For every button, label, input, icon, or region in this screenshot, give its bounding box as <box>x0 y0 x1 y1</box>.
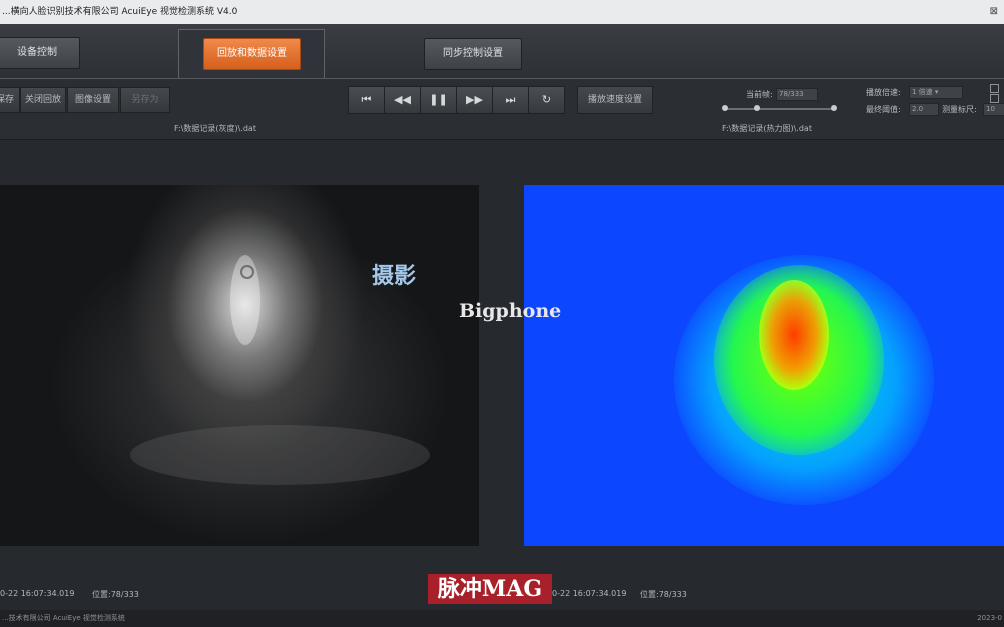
close-icon[interactable]: ⊠ <box>990 0 998 24</box>
skip-end-icon[interactable]: ⏭ <box>492 86 529 114</box>
speed-label: 播放倍速: <box>866 88 901 97</box>
pause-icon[interactable]: ❚❚ <box>420 86 457 114</box>
title-bar: ...横向人脸识别技术有限公司 AcuiEye 视觉检测系统 V4.0 ⊠ <box>0 0 1004 24</box>
image-settings-button[interactable]: 图像设置 <box>67 87 119 113</box>
skip-start-icon[interactable]: ⏮ <box>348 86 385 114</box>
slider-start-knob[interactable] <box>722 105 728 111</box>
left-file-path: F:\数据记录(灰度)\.dat <box>174 124 256 133</box>
threshold-label: 最终阈值: <box>866 105 901 114</box>
tab-playback-settings[interactable]: 回放和数据设置 <box>203 38 301 70</box>
filter-label: 测量标尺: <box>942 105 977 114</box>
left-timestamp: 0-22 16:07:34.019 <box>0 589 75 598</box>
speed-select[interactable]: 1 倍速 ▾ <box>909 86 963 99</box>
mode-tab-bar: 设备控制 回放和数据设置 同步控制设置 <box>0 24 1004 79</box>
overlay-watermark: 摄影 <box>372 263 417 289</box>
save-as-button[interactable]: 另存为 <box>120 87 170 113</box>
frame-field[interactable]: 78/333 <box>776 88 818 101</box>
grayscale-video-view[interactable] <box>0 185 479 546</box>
slider-position-knob[interactable] <box>754 105 760 111</box>
dark-spot <box>240 265 254 279</box>
threshold-field[interactable]: 2.0 <box>909 103 939 116</box>
heat-hot-zone <box>759 280 829 390</box>
playback-speed-settings-button[interactable]: 播放速度设置 <box>577 86 653 114</box>
status-bar: ...技术有限公司 AcuiEye 视觉检测系统 2023-0 <box>0 610 1004 627</box>
close-playback-button[interactable]: 关闭回放 <box>20 87 66 113</box>
frame-label: 当前帧: <box>746 90 773 99</box>
right-timestamp: 0-22 16:07:34.019 <box>552 589 627 598</box>
left-position: 位置:78/333 <box>92 590 139 599</box>
filter-field[interactable]: 10 <box>983 103 1004 116</box>
stamp-watermark: 脉冲MAG <box>428 574 552 604</box>
slider-end-knob[interactable] <box>831 105 837 111</box>
tab-sync-control[interactable]: 同步控制设置 <box>424 38 522 70</box>
window-title: ...横向人脸识别技术有限公司 AcuiEye 视觉检测系统 V4.0 <box>2 7 238 17</box>
checkbox[interactable] <box>990 84 999 93</box>
right-position: 位置:78/333 <box>640 590 687 599</box>
loop-icon[interactable]: ↻ <box>528 86 565 114</box>
glow-base <box>130 425 430 485</box>
tab-device-control[interactable]: 设备控制 <box>0 37 80 69</box>
right-file-path: F:\数据记录(热力图)\.dat <box>722 124 812 133</box>
footer-text: ...技术有限公司 AcuiEye 视觉检测系统 <box>2 614 125 622</box>
rewind-icon[interactable]: ◀◀ <box>384 86 421 114</box>
checkbox[interactable] <box>990 94 999 103</box>
frame-slider[interactable] <box>726 108 834 110</box>
center-watermark: Bigphone <box>459 300 562 322</box>
save-button[interactable]: 保存 <box>0 87 20 113</box>
footer-date: 2023-0 <box>977 614 1002 622</box>
fast-forward-icon[interactable]: ▶▶ <box>456 86 493 114</box>
heatmap-video-view[interactable] <box>524 185 1004 546</box>
